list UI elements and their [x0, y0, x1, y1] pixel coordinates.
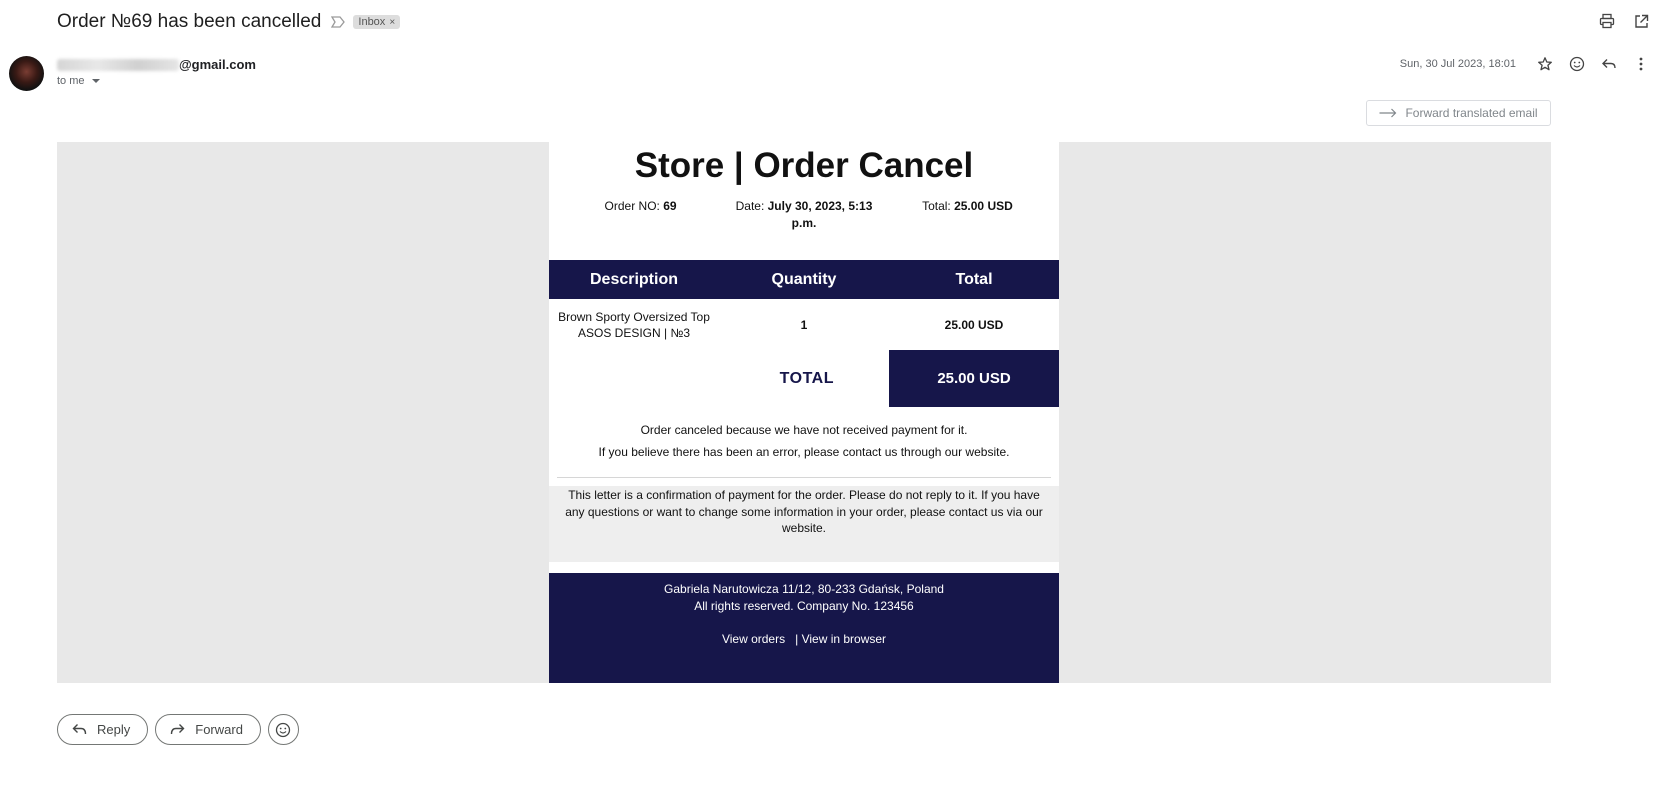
view-orders-link[interactable]: View orders — [722, 632, 785, 646]
label-important-icon[interactable] — [331, 15, 346, 29]
order-total-value: 25.00 USD — [954, 199, 1013, 213]
star-icon[interactable] — [1536, 55, 1554, 73]
redacted-sender-name — [57, 58, 179, 71]
forward-button[interactable]: Forward — [155, 714, 261, 745]
column-header-description: Description — [549, 260, 719, 299]
order-total-label: Total: — [922, 199, 955, 213]
order-number-label: Order NO: — [604, 199, 664, 213]
forward-label: Forward — [195, 722, 243, 737]
column-header-total: Total — [889, 260, 1059, 299]
emoji-reaction-button[interactable] — [267, 714, 299, 745]
emoji-icon[interactable] — [1568, 55, 1586, 73]
footer-address: Gabriela Narutowicza 11/12, 80-233 Gdańs… — [664, 582, 944, 596]
column-header-quantity: Quantity — [719, 260, 889, 299]
sender-email-domain: @gmail.com — [179, 57, 256, 72]
inbox-label-chip[interactable]: Inbox × — [353, 15, 401, 29]
reply-icon[interactable] — [1600, 55, 1618, 73]
recipient-details[interactable]: to me — [57, 75, 100, 87]
cancel-message: Order canceled because we have not recei… — [549, 419, 1059, 463]
order-date-label: Date: — [735, 199, 768, 213]
reply-icon — [72, 724, 87, 735]
order-info-row: Order NO: 69 Date: July 30, 2023, 5:13 p… — [549, 198, 1059, 232]
to-me-label: to me — [57, 75, 85, 87]
cancel-message-line-1: Order canceled because we have not recei… — [640, 423, 968, 437]
order-date: Date: July 30, 2023, 5:13 p.m. — [722, 198, 885, 232]
remove-label-icon[interactable]: × — [389, 17, 395, 28]
reply-button[interactable]: Reply — [57, 714, 149, 745]
item-description: Brown Sporty Oversized Top ASOS DESIGN |… — [558, 309, 710, 340]
arrow-right-icon — [1379, 108, 1397, 118]
order-number: Order NO: 69 — [559, 198, 722, 232]
inbox-label-text: Inbox — [358, 16, 386, 28]
reply-label: Reply — [97, 722, 131, 737]
open-in-new-window-icon[interactable] — [1632, 12, 1650, 30]
item-total: 25.00 USD — [944, 317, 1004, 332]
subject-row: Order №69 has been cancelled Inbox × — [57, 8, 401, 36]
sender-email: @gmail.com — [57, 57, 256, 72]
view-in-browser-link[interactable]: View in browser — [802, 632, 886, 646]
confirmation-notice: This letter is a confirmation of payment… — [549, 486, 1059, 562]
avatar[interactable] — [9, 56, 44, 91]
grand-total-value: 25.00 USD — [889, 350, 1059, 407]
forward-icon — [171, 724, 185, 735]
print-icon[interactable] — [1598, 12, 1616, 30]
table-row: Brown Sporty Oversized Top ASOS DESIGN |… — [549, 299, 1059, 350]
table-header-row: Description Quantity Total — [549, 260, 1059, 299]
message-meta: Sun, 30 Jul 2023, 18:01 — [1400, 55, 1650, 73]
order-date-value: July 30, 2023, 5:13 p.m. — [767, 199, 873, 230]
order-total: Total: 25.00 USD — [886, 198, 1049, 232]
footer-links: View orders | View in browser — [549, 631, 1059, 648]
forward-translated-label: Forward translated email — [1405, 106, 1538, 120]
item-quantity: 1 — [800, 317, 808, 332]
grand-total-label: TOTAL — [779, 369, 834, 387]
chevron-down-icon[interactable] — [91, 79, 100, 83]
items-table: Description Quantity Total Brown Sporty … — [549, 260, 1059, 350]
emoji-icon — [276, 722, 291, 737]
message-actions: Reply Forward — [57, 714, 299, 745]
divider — [557, 477, 1051, 478]
more-vert-icon[interactable] — [1632, 55, 1650, 73]
footer-rights: All rights reserved. Company No. 123456 — [694, 599, 914, 613]
store-title: Store | Order Cancel — [634, 146, 974, 185]
email-footer: Gabriela Narutowicza 11/12, 80-233 Gdańs… — [549, 573, 1059, 683]
email-subject: Order №69 has been cancelled — [57, 11, 322, 32]
order-number-value: 69 — [663, 199, 677, 213]
cancel-message-line-2: If you believe there has been an error, … — [598, 445, 1010, 459]
message-date: Sun, 30 Jul 2023, 18:01 — [1399, 58, 1516, 70]
grand-total-row: TOTAL 25.00 USD — [549, 350, 1059, 407]
email-content: Store | Order Cancel Order NO: 69 Date: … — [549, 142, 1059, 683]
forward-translated-email-button[interactable]: Forward translated email — [1366, 100, 1551, 126]
top-right-toolbar — [1598, 12, 1650, 30]
